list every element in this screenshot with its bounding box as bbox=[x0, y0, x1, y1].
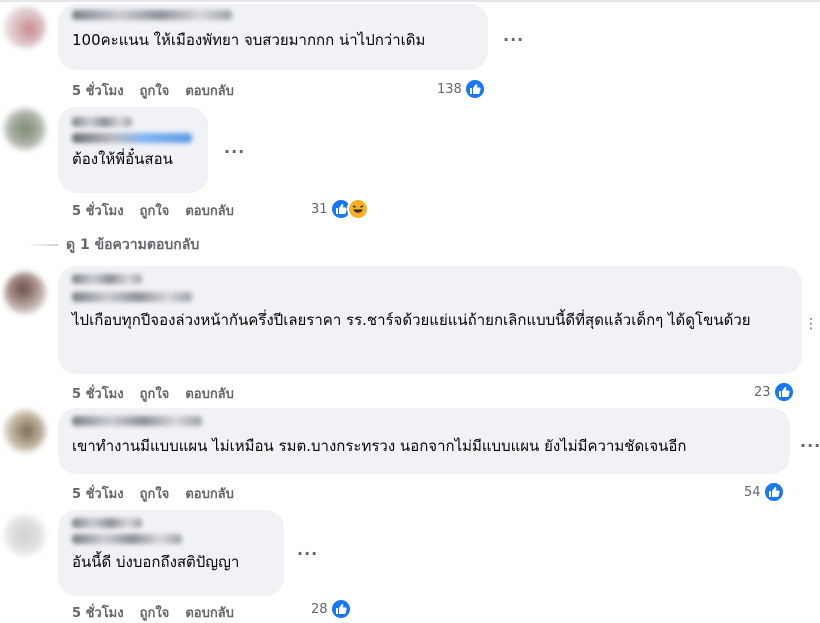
timestamp[interactable]: 5 ชั่วโมง bbox=[72, 80, 124, 101]
reply-button[interactable]: ตอบกลับ bbox=[185, 383, 234, 404]
reply-button[interactable]: ตอบกลับ bbox=[185, 483, 234, 504]
avatar[interactable] bbox=[4, 410, 46, 452]
comment-text: อันนี้ดี บ่งบอกถึงสติปัญญา bbox=[72, 553, 240, 571]
commenter-name-blurred[interactable] bbox=[72, 10, 232, 20]
reply-thread-line bbox=[28, 244, 58, 246]
commenter-name-blurred[interactable] bbox=[72, 292, 192, 302]
like-button[interactable]: ถูกใจ bbox=[140, 200, 170, 221]
comment-bubble: อันนี้ดี บ่งบอกถึงสติปัญญา bbox=[58, 510, 284, 596]
like-button[interactable]: ถูกใจ bbox=[140, 602, 170, 623]
timestamp[interactable]: 5 ชั่วโมง bbox=[72, 383, 124, 404]
timestamp[interactable]: 5 ชั่วโมง bbox=[72, 200, 124, 221]
reaction-count: 23 bbox=[754, 384, 771, 400]
timestamp[interactable]: 5 ชั่วโมง bbox=[72, 602, 124, 623]
comment-actions: 5 ชั่วโมง ถูกใจ ตอบกลับ bbox=[72, 483, 250, 504]
reaction-summary[interactable]: 28 bbox=[311, 598, 352, 620]
commenter-name-blurred[interactable] bbox=[72, 518, 142, 528]
avatar[interactable] bbox=[4, 272, 46, 314]
commenter-name-blurred[interactable] bbox=[72, 117, 132, 127]
comment-text: เขาทำงานมีแบบแผน ไม่เหมือน รมต.บางกระทรว… bbox=[72, 437, 687, 455]
like-button[interactable]: ถูกใจ bbox=[140, 483, 170, 504]
reply-button[interactable]: ตอบกลับ bbox=[185, 80, 234, 101]
comment-bubble: 100คะแนน ให้เมืองพัทยา จบสวยมากกก น่าไปก… bbox=[58, 4, 488, 70]
commenter-name-blurred[interactable] bbox=[72, 416, 202, 426]
commenter-name-blurred[interactable] bbox=[72, 274, 142, 284]
comment-actions: 5 ชั่วโมง ถูกใจ ตอบกลับ bbox=[72, 80, 250, 101]
like-icon bbox=[329, 598, 352, 620]
avatar[interactable] bbox=[4, 514, 46, 556]
top-divider bbox=[0, 0, 820, 2]
avatar[interactable] bbox=[4, 108, 46, 150]
more-options-icon[interactable]: ... bbox=[224, 138, 245, 157]
like-button[interactable]: ถูกใจ bbox=[140, 80, 170, 101]
comment-bubble: ไปเกือบทุกปีจองล่วงหน้ากันครึ่งปีเลยราคา… bbox=[58, 266, 802, 374]
timestamp[interactable]: 5 ชั่วโมง bbox=[72, 483, 124, 504]
comment-actions: 5 ชั่วโมง ถูกใจ ตอบกลับ bbox=[72, 602, 250, 623]
reply-button[interactable]: ตอบกลับ bbox=[185, 602, 234, 623]
comment-actions: 5 ชั่วโมง ถูกใจ ตอบกลับ bbox=[72, 200, 250, 221]
reaction-summary[interactable]: 138 bbox=[437, 78, 486, 100]
reaction-count: 138 bbox=[437, 81, 462, 97]
more-options-icon[interactable]: ... bbox=[503, 26, 524, 45]
comment-actions: 5 ชั่วโมง ถูกใจ ตอบกลับ bbox=[72, 383, 250, 404]
reaction-summary[interactable]: 54 bbox=[744, 481, 785, 503]
like-button[interactable]: ถูกใจ bbox=[140, 383, 170, 404]
reaction-count: 28 bbox=[311, 601, 328, 617]
haha-icon bbox=[346, 198, 369, 220]
avatar[interactable] bbox=[4, 6, 46, 48]
comment-text: ต้องให้พี่อั๋นสอน bbox=[72, 150, 173, 168]
reaction-summary[interactable]: 23 bbox=[754, 381, 795, 403]
comment-text: 100คะแนน ให้เมืองพัทยา จบสวยมากกก น่าไปก… bbox=[72, 31, 426, 49]
reaction-count: 31 bbox=[311, 201, 328, 217]
like-icon bbox=[762, 481, 785, 503]
commenter-name-blurred[interactable] bbox=[72, 133, 192, 143]
reply-button[interactable]: ตอบกลับ bbox=[185, 200, 234, 221]
more-options-icon[interactable]: ... bbox=[297, 540, 318, 559]
reaction-count: 54 bbox=[744, 484, 761, 500]
reaction-summary[interactable]: 31 bbox=[311, 198, 369, 220]
more-options-icon[interactable]: ... bbox=[800, 432, 820, 451]
like-icon bbox=[772, 381, 795, 403]
like-icon bbox=[463, 78, 486, 100]
more-options-icon[interactable]: ⋮ bbox=[804, 316, 818, 332]
comment-text: ไปเกือบทุกปีจองล่วงหน้ากันครึ่งปีเลยราคา… bbox=[72, 311, 751, 329]
comment-bubble: ต้องให้พี่อั๋นสอน bbox=[58, 107, 208, 193]
comment-bubble: เขาทำงานมีแบบแผน ไม่เหมือน รมต.บางกระทรว… bbox=[58, 408, 790, 474]
view-replies-link[interactable]: ดู 1 ข้อความตอบกลับ bbox=[66, 234, 199, 256]
commenter-name-blurred[interactable] bbox=[72, 534, 182, 544]
